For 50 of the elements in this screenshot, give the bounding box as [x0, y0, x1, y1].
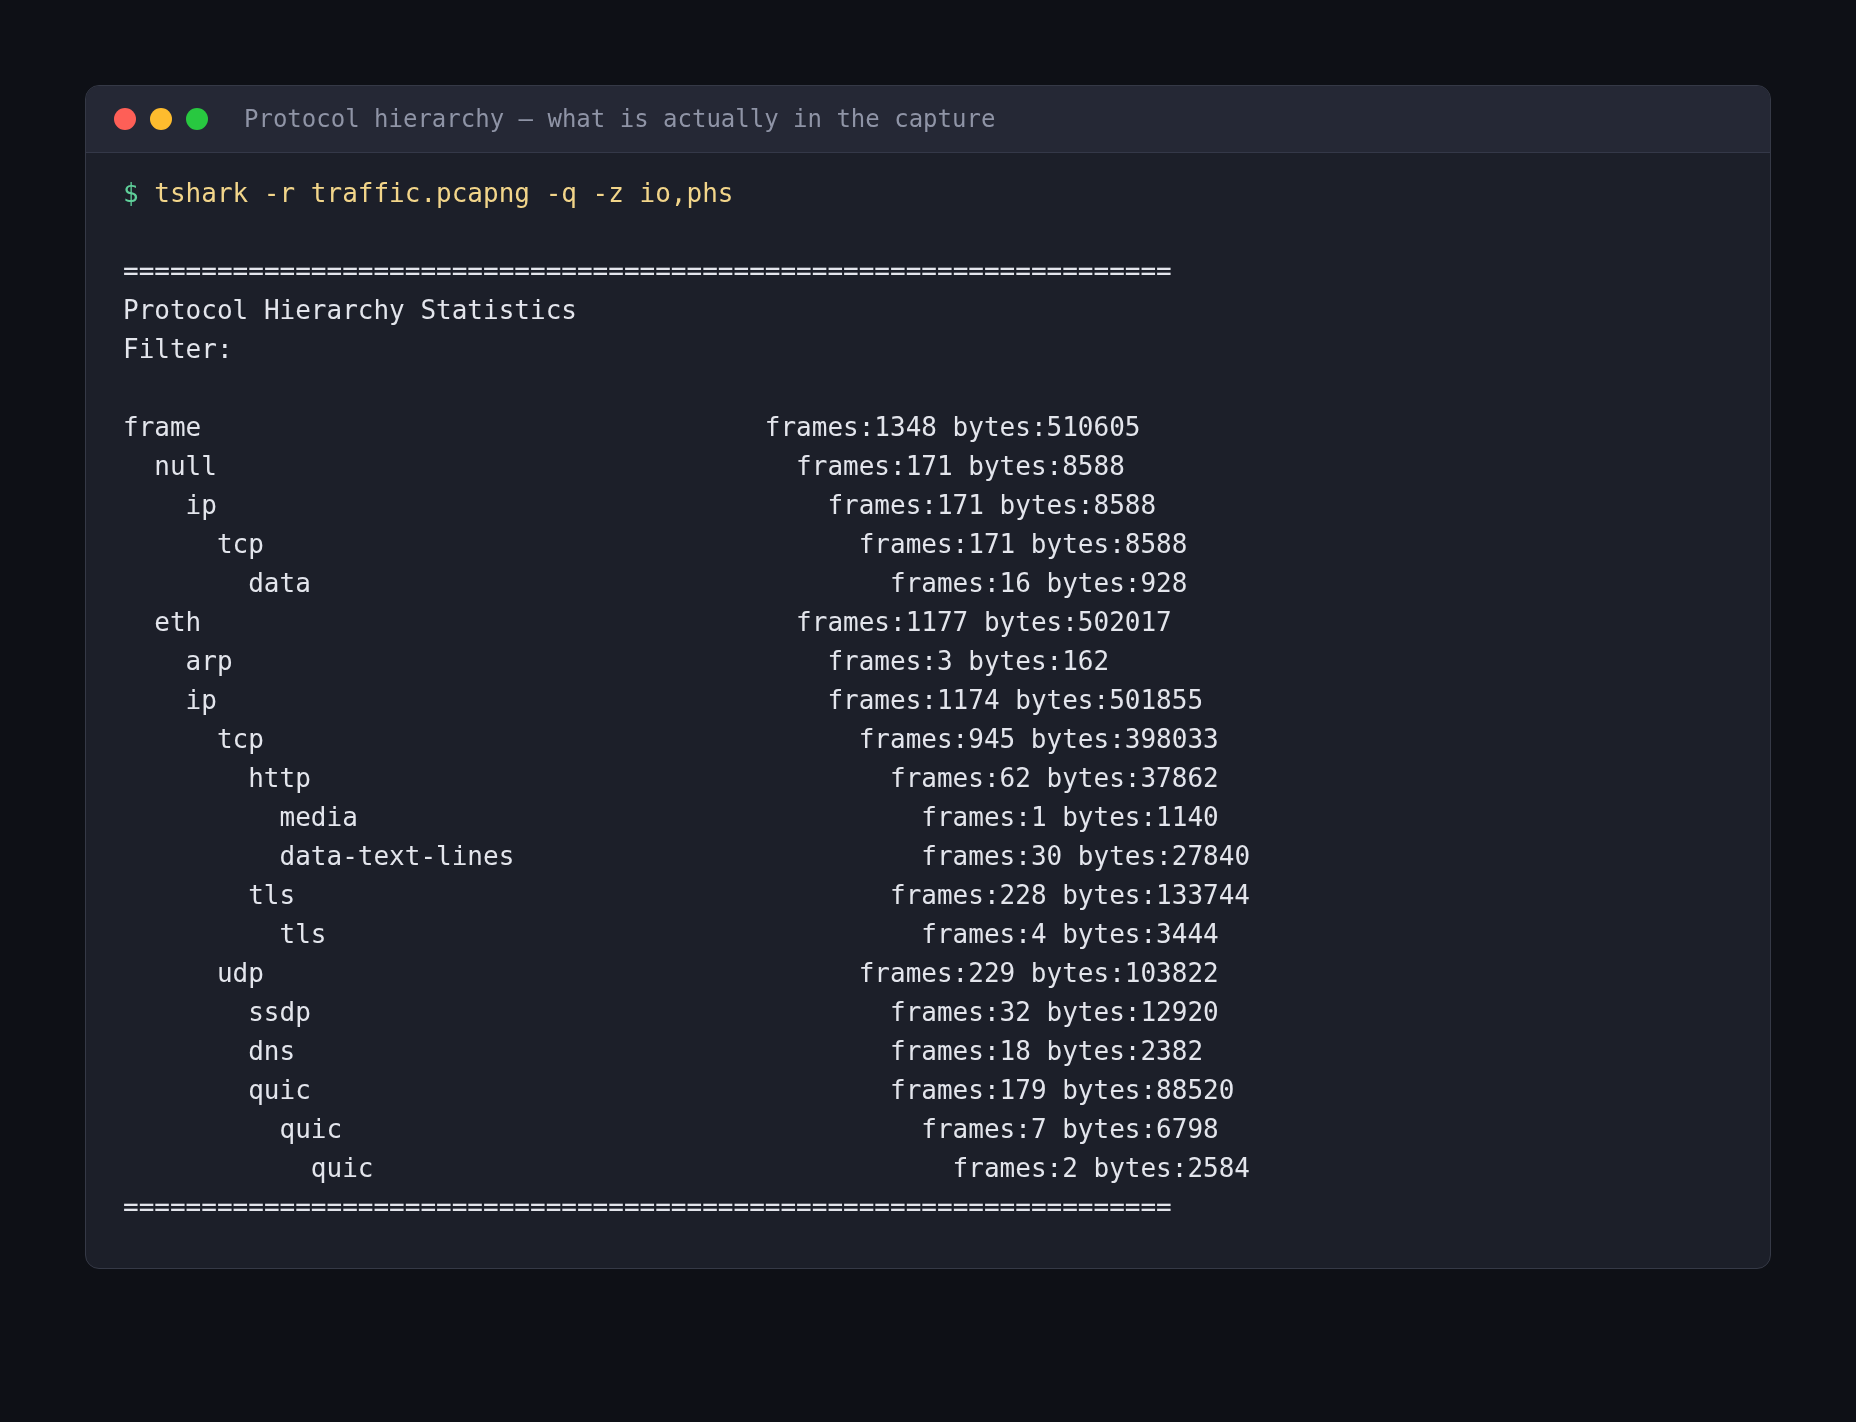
protocol-stats: frames:171 bytes:8588 [827, 489, 1157, 522]
protocol-stats: frames:16 bytes:928 [890, 567, 1188, 600]
protocol-stats: frames:1 bytes:1140 [921, 801, 1219, 834]
prompt-symbol: $ [123, 177, 139, 210]
protocol-name: http [248, 763, 311, 793]
protocol-name: tls [248, 880, 296, 910]
zoom-button[interactable] [186, 108, 208, 130]
protocol-name: udp [216, 958, 264, 988]
protocol-name: media [279, 802, 358, 832]
protocol-stats: frames:171 bytes:8588 [858, 528, 1188, 561]
protocol-name: arp [185, 646, 233, 676]
separator-line: =================================================================== [123, 255, 1172, 288]
protocol-name: ip [185, 685, 217, 715]
protocol-name: tcp [216, 529, 264, 559]
protocol-stats: frames:7 bytes:6798 [921, 1113, 1219, 1146]
protocol-name: ssdp [248, 997, 311, 1027]
output-heading: Protocol Hierarchy Statistics [123, 294, 577, 327]
protocol-name: eth [154, 607, 202, 637]
protocol-stats: frames:945 bytes:398033 [858, 723, 1219, 756]
protocol-stats: frames:2 bytes:2584 [952, 1152, 1251, 1185]
protocol-stats: frames:4 bytes:3444 [921, 918, 1219, 951]
protocol-name: frame [123, 412, 202, 442]
command-text: tshark -r traffic.pcapng -q -z io,phs [154, 177, 734, 210]
protocol-stats: frames:3 bytes:162 [827, 645, 1110, 678]
protocol-stats: frames:229 bytes:103822 [858, 957, 1219, 990]
protocol-stats: frames:1177 bytes:502017 [796, 606, 1172, 639]
protocol-name: data [248, 568, 311, 598]
window-title: Protocol hierarchy — what is actually in the capture [244, 105, 996, 133]
close-button[interactable] [114, 108, 136, 130]
protocol-stats: frames:179 bytes:88520 [890, 1074, 1235, 1107]
protocol-stats: frames:62 bytes:37862 [890, 762, 1219, 795]
protocol-name: tcp [216, 724, 264, 754]
protocol-name: quic [248, 1075, 311, 1105]
protocol-stats: frames:1174 bytes:501855 [827, 684, 1204, 717]
protocol-name: ip [185, 490, 217, 520]
protocol-name: quic [279, 1114, 343, 1144]
protocol-stats: frames:30 bytes:27840 [921, 840, 1251, 873]
protocol-stats: frames:228 bytes:133744 [890, 879, 1251, 912]
protocol-name: tls [279, 919, 327, 949]
protocol-stats: frames:1348 bytes:510605 [764, 411, 1141, 444]
protocol-name: dns [248, 1036, 296, 1066]
protocol-stats: frames:18 bytes:2382 [890, 1035, 1204, 1068]
protocol-stats: frames:171 bytes:8588 [796, 450, 1125, 483]
separator-line: =================================================================== [123, 1191, 1172, 1224]
protocol-name: data-text-lines [279, 841, 515, 871]
minimize-button[interactable] [150, 108, 172, 130]
protocol-stats: frames:32 bytes:12920 [890, 996, 1219, 1029]
protocol-name: null [154, 451, 217, 481]
filter-label: Filter: [123, 333, 233, 366]
protocol-name: quic [310, 1153, 374, 1183]
